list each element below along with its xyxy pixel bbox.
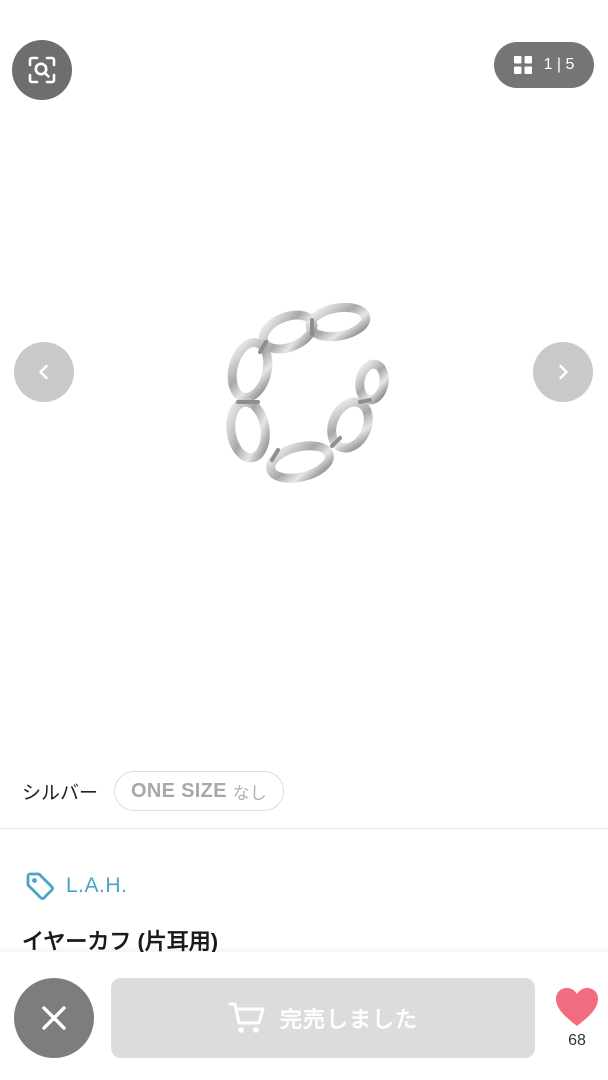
image-counter-separator: | <box>556 56 562 73</box>
next-image-button[interactable] <box>533 342 593 402</box>
color-label: シルバー <box>22 782 99 804</box>
visual-search-button[interactable] <box>12 40 72 100</box>
image-total-count: 5 <box>565 56 575 73</box>
brand-link[interactable]: L.A.H. <box>24 868 127 904</box>
sold-out-label: 完売しました <box>279 1007 418 1032</box>
chevron-left-icon <box>39 364 48 380</box>
close-button[interactable] <box>14 978 94 1058</box>
chevron-right-icon <box>559 364 568 380</box>
brand-name: L.A.H. <box>66 874 128 897</box>
section-divider <box>0 828 608 829</box>
size-name: ONE SIZE <box>131 779 227 802</box>
product-photo-ear-cuff <box>226 302 389 483</box>
image-current-index: 1 <box>543 56 553 73</box>
variant-row: シルバー ONE SIZE なし <box>0 770 608 812</box>
stock-status: なし <box>232 783 267 803</box>
visual-search-icon <box>28 56 56 84</box>
bottom-action-bar: 完売しました 68 <box>0 952 608 1080</box>
favorite-count: 68 <box>568 1032 586 1049</box>
sold-out-button[interactable]: 完売しました <box>111 978 535 1058</box>
image-counter-text: 1 | 5 <box>544 56 575 74</box>
cart-icon <box>228 1002 265 1033</box>
product-image-gallery[interactable]: 1 | 5 <box>0 0 608 750</box>
previous-image-button[interactable] <box>14 342 74 402</box>
close-icon <box>42 1006 66 1030</box>
heart-icon <box>556 988 598 1026</box>
grid-icon <box>513 56 532 74</box>
product-page: 1 | 5 シルバー ONE SIZE なし L.A.H. イヤーカフ (片耳用… <box>0 0 608 1080</box>
image-counter-button[interactable]: 1 | 5 <box>494 42 594 88</box>
tag-icon <box>26 872 54 900</box>
size-option-chip[interactable]: ONE SIZE なし <box>114 771 284 811</box>
favorite-button[interactable]: 68 <box>552 986 602 1050</box>
